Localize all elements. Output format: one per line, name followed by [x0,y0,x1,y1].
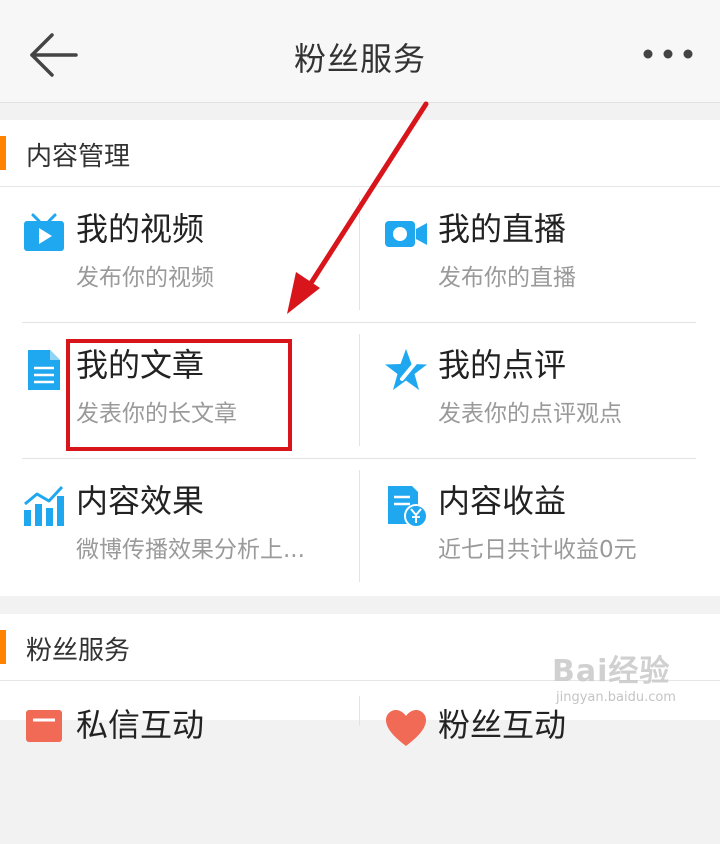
live-camera-icon [385,221,427,247]
video-tv-icon [24,213,64,251]
watermark: Bai经验 jingyan.baidu.com [552,640,692,710]
item-title: 我的视频 [76,210,205,248]
grid-item-private-message[interactable]: 私信互动 [22,706,358,844]
grid-divider-vertical [359,470,360,582]
watermark-url: jingyan.baidu.com [556,690,676,705]
article-document-icon [28,350,60,390]
grid-item-my-reviews[interactable]: 我的点评 发表你的点评观点 [384,346,720,484]
grid-item-content-effect[interactable]: 内容效果 微博传播效果分析上... [22,482,358,620]
section-title: 粉丝服务 [26,636,131,666]
header-bar: 粉丝服务 [0,0,720,103]
item-title: 我的点评 [438,346,567,384]
grid-divider-vertical [359,198,360,310]
grid-divider-horizontal [22,322,696,323]
grid-item-my-videos[interactable]: 我的视频 发布你的视频 [22,210,358,348]
annotation-highlight-box [66,339,292,451]
grid-item-content-income[interactable]: 内容收益 近七日共计收益0元 [384,482,720,620]
more-button[interactable] [642,42,694,66]
watermark-logo: Bai经验 [552,654,671,689]
item-title: 内容收益 [438,482,567,520]
item-title: 粉丝互动 [438,706,567,744]
message-icon [26,710,62,742]
income-yuan-icon [388,486,428,528]
item-title: 内容效果 [76,482,205,520]
item-subtitle: 近七日共计收益0元 [438,537,637,563]
section-accent-bar [0,630,6,664]
item-subtitle: 发布你的视频 [76,265,214,291]
section-header: 内容管理 [0,120,720,187]
grid-divider-horizontal [22,458,696,459]
item-subtitle: 发布你的直播 [438,265,576,291]
item-subtitle: 发表你的点评观点 [438,401,622,427]
heart-icon [386,710,426,746]
item-subtitle: 微博传播效果分析上... [76,537,305,563]
star-pen-icon [385,349,427,390]
grid-item-my-live[interactable]: 我的直播 发布你的直播 [384,210,720,348]
section-accent-bar [0,136,6,170]
grid-item-fan-interaction[interactable]: 粉丝互动 [384,706,720,844]
section-title: 内容管理 [26,142,131,172]
grid-divider-vertical [359,334,360,446]
item-title: 我的直播 [438,210,567,248]
page-title: 粉丝服务 [293,40,426,78]
more-dots-icon [643,49,693,59]
bar-chart-icon [24,485,64,526]
grid-divider-vertical [359,696,360,726]
item-title: 私信互动 [76,706,205,744]
